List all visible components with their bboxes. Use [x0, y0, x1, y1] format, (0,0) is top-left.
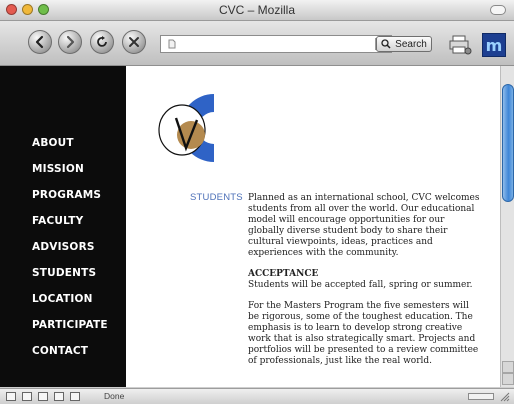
irc-icon[interactable] — [70, 392, 80, 401]
search-button[interactable]: Search — [376, 36, 432, 52]
acceptance-heading: Acceptance — [248, 269, 319, 279]
nav-item-participate[interactable]: PARTICIPATE — [32, 319, 108, 331]
resize-grip-icon[interactable] — [500, 392, 510, 402]
nav-item-faculty[interactable]: FACULTY — [32, 215, 83, 227]
scroll-up-arrow[interactable] — [502, 361, 514, 373]
status-bar: Done — [0, 388, 514, 404]
back-button[interactable] — [28, 30, 52, 54]
back-arrow-icon — [35, 35, 44, 49]
nav-item-location[interactable]: LOCATION — [32, 293, 93, 305]
students-text: Planned as an international school, CVC … — [248, 193, 480, 377]
nav-item-students[interactable]: STUDENTS — [32, 267, 96, 279]
page-icon — [168, 39, 176, 49]
vertical-scrollbar[interactable] — [500, 66, 514, 387]
nav-item-mission[interactable]: MISSION — [32, 163, 84, 175]
address-book-icon[interactable] — [54, 392, 64, 401]
scroll-down-arrow[interactable] — [502, 373, 514, 385]
reload-icon — [97, 36, 107, 47]
url-input[interactable] — [160, 35, 392, 53]
window-title: CVC – Mozilla — [218, 3, 296, 17]
nav-item-advisors[interactable]: ADVISORS — [32, 241, 95, 253]
cvc-logo — [158, 94, 214, 162]
status-text: Done — [104, 391, 125, 401]
page-content: ABOUT MISSION PROGRAMS FACULTY ADVISORS … — [0, 66, 500, 387]
print-icon[interactable] — [446, 33, 472, 55]
site-nav: ABOUT MISSION PROGRAMS FACULTY ADVISORS … — [0, 66, 126, 387]
intro-paragraph: Planned as an international school, CVC … — [248, 193, 480, 258]
progress-indicator — [468, 393, 494, 400]
forward-arrow-icon — [66, 35, 75, 49]
forward-button[interactable] — [58, 30, 82, 54]
reload-button[interactable] — [90, 30, 114, 54]
masters-paragraph: For the Masters Program the five semeste… — [248, 301, 479, 366]
toolbar-toggle-button[interactable] — [490, 5, 506, 15]
nav-item-programs[interactable]: PROGRAMS — [32, 189, 101, 201]
acceptance-paragraph: Students will be accepted fall, spring o… — [248, 280, 473, 290]
mail-icon[interactable] — [22, 392, 32, 401]
section-label: STUDENTS — [190, 192, 243, 203]
mozilla-logo-icon: m — [482, 33, 506, 57]
navigator-icon[interactable] — [6, 392, 16, 401]
navigation-toolbar: Search m — [0, 21, 514, 66]
search-icon — [381, 39, 391, 49]
stop-icon — [129, 37, 139, 47]
search-label: Search — [395, 38, 427, 50]
title-bar: CVC – Mozilla — [0, 0, 514, 21]
nav-item-contact[interactable]: CONTACT — [32, 345, 88, 357]
stop-button[interactable] — [122, 30, 146, 54]
composer-icon[interactable] — [38, 392, 48, 401]
nav-item-about[interactable]: ABOUT — [32, 137, 74, 149]
browser-window: CVC – Mozilla Search m ABOUT MISSION PRO… — [0, 0, 514, 404]
scrollbar-thumb[interactable] — [502, 84, 514, 202]
